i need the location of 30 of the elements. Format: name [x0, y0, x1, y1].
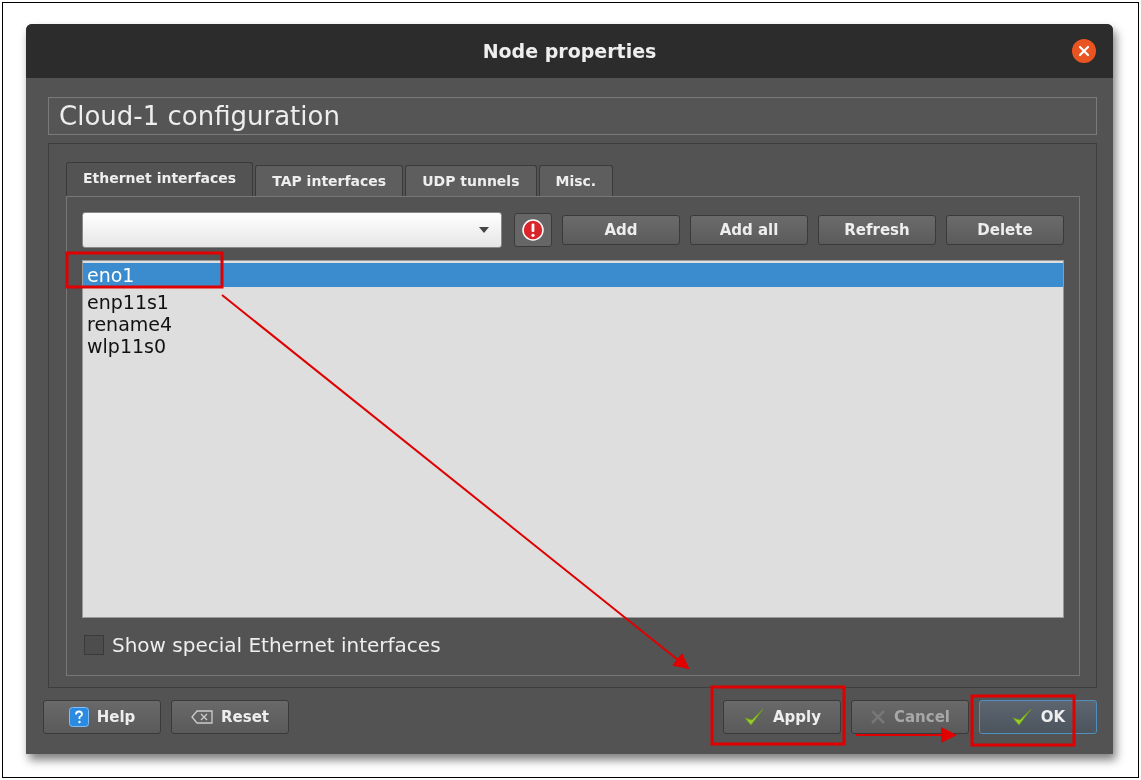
- warning-button[interactable]: [514, 213, 552, 247]
- toolbar-button[interactable]: Refresh: [818, 215, 936, 245]
- backspace-icon: [191, 710, 213, 724]
- interface-item[interactable]: wlp11s0: [83, 335, 1063, 357]
- toolbar-button[interactable]: Delete: [946, 215, 1064, 245]
- toolbar-button[interactable]: Add all: [690, 215, 808, 245]
- checkbox[interactable]: [84, 635, 104, 655]
- dialog-button[interactable]: Reset: [171, 700, 289, 734]
- dialog-button[interactable]: Apply: [723, 700, 841, 734]
- checkmark-icon: [1010, 706, 1033, 728]
- config-header: Cloud-1 configuration: [48, 97, 1097, 135]
- close-icon[interactable]: [1072, 39, 1096, 63]
- help-icon: [68, 707, 89, 727]
- tab[interactable]: UDP tunnels: [405, 165, 537, 196]
- interface-item[interactable]: enp11s1: [83, 291, 1063, 313]
- tab[interactable]: TAP interfaces: [255, 165, 404, 196]
- caret-icon: [479, 227, 489, 233]
- cross-icon: [870, 709, 886, 725]
- dialog-button[interactable]: OK: [979, 700, 1097, 734]
- interface-item[interactable]: rename4: [83, 313, 1063, 335]
- dialog-button[interactable]: Help: [43, 700, 161, 734]
- interface-dropdown[interactable]: [82, 212, 502, 248]
- checkbox-label[interactable]: Show special Ethernet interfaces: [112, 633, 441, 657]
- toolbar-button[interactable]: Add: [562, 215, 680, 245]
- tab[interactable]: Ethernet interfaces: [66, 162, 254, 196]
- warning-icon: [522, 219, 544, 241]
- interface-item[interactable]: eno1: [83, 263, 1063, 287]
- window-title: Node properties: [482, 40, 657, 62]
- checkmark-icon: [743, 706, 765, 728]
- tab[interactable]: Misc.: [538, 165, 614, 196]
